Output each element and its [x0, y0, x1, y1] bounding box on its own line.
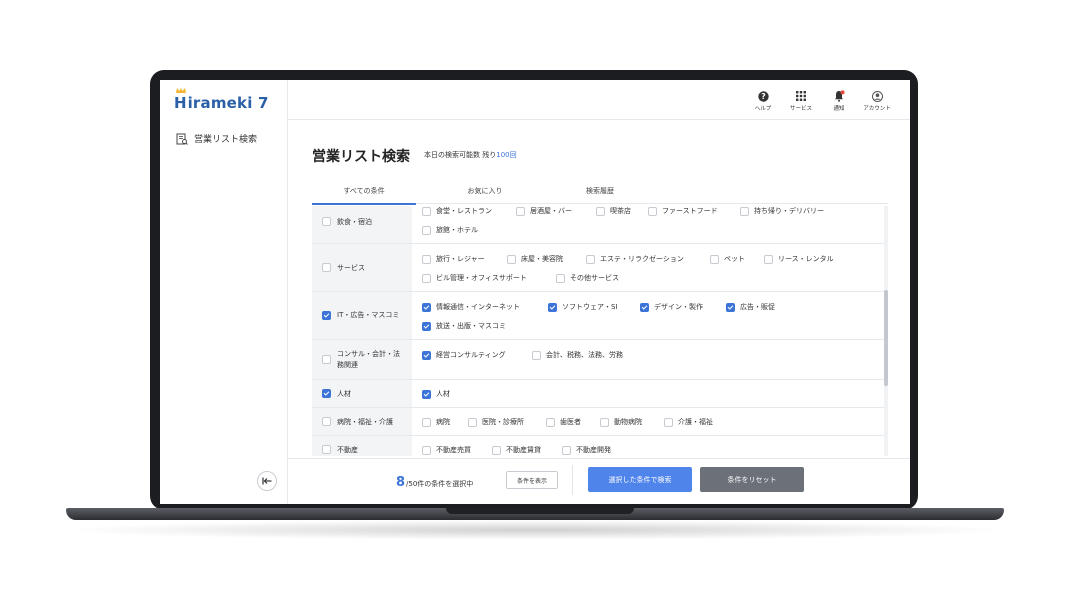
app-logo[interactable]: H irameki 7 — [174, 88, 269, 112]
option-checkbox[interactable]: 病院 — [422, 417, 450, 427]
option-checkbox[interactable]: 不動産賃貸 — [492, 445, 541, 455]
laptop-notch — [446, 508, 634, 514]
category-checkbox[interactable] — [322, 445, 331, 454]
logo-initial: H — [174, 88, 187, 112]
option-checkbox[interactable]: ソフトウェア・SI — [548, 302, 618, 312]
option-checkbox[interactable]: 会計、税務、法務、労務 — [532, 350, 623, 360]
top-bar: ? ヘルプ サービス 通知 アカウント — [288, 80, 910, 120]
option-checkbox[interactable]: 人材 — [422, 389, 450, 399]
category-checkbox[interactable] — [322, 263, 331, 272]
option-checkbox[interactable]: 不動産開発 — [562, 445, 611, 455]
grid-icon — [795, 90, 807, 102]
reset-button[interactable]: 条件をリセット — [700, 467, 804, 492]
services-button[interactable]: サービス — [784, 90, 818, 112]
collapse-arrow-icon — [262, 477, 272, 485]
footer-bar: 8 /50件の条件を選択中 条件を表示 選択した条件で検索 条件をリセット — [288, 458, 910, 504]
table-row: 人材 人材 — [312, 380, 884, 408]
options-cell: 病院 医院・診療所 歯医者 動物病院 介護・福祉 — [412, 408, 884, 435]
page-title: 営業リスト検索 — [312, 149, 410, 165]
category-cell[interactable]: サービス — [312, 244, 412, 291]
tab-all-conditions[interactable]: すべての条件 — [312, 186, 416, 205]
bell-icon — [833, 90, 845, 102]
quota-count: 100回 — [496, 151, 517, 159]
options-cell: 旅行・レジャー 床屋・美容院 エステ・リラクゼーション ペット リース・レンタル… — [412, 244, 884, 291]
category-cell[interactable]: 不動産 — [312, 436, 412, 456]
option-checkbox[interactable]: リース・レンタル — [764, 254, 834, 264]
category-cell[interactable]: コンサル・会計・法務関連 — [312, 340, 412, 379]
table-row: IT・広告・マスコミ 情報通信・インターネット ソフトウェア・SI デザイン・製… — [312, 292, 884, 340]
tabs: すべての条件 お気に入り 検索履歴 — [312, 186, 888, 205]
conditions-table: 飲食・宿泊 食堂・レストラン 居酒屋・バー 喫茶店 ファーストフード 持ち帰り・… — [312, 206, 884, 456]
crown-icon — [176, 88, 186, 93]
help-icon: ? — [757, 90, 769, 102]
option-checkbox[interactable]: 居酒屋・バー — [516, 206, 572, 216]
search-button[interactable]: 選択した条件で検索 — [588, 467, 692, 492]
table-row: 病院・福祉・介護 病院 医院・診療所 歯医者 動物病院 介護・福祉 — [312, 408, 884, 436]
category-checkbox[interactable] — [322, 389, 331, 398]
tab-favorites[interactable]: お気に入り — [440, 186, 530, 196]
option-checkbox[interactable]: 旅館・ホテル — [422, 225, 478, 235]
option-checkbox[interactable]: 持ち帰り・デリバリー — [740, 206, 824, 216]
main-content: 営業リスト検索 本日の検索可能数 残り100回 すべての条件 お気に入り 検索履… — [288, 120, 910, 504]
category-checkbox[interactable] — [322, 217, 331, 226]
option-checkbox[interactable]: 食堂・レストラン — [422, 206, 492, 216]
tab-history[interactable]: 検索履歴 — [550, 186, 650, 196]
option-checkbox[interactable]: その他サービス — [556, 273, 619, 283]
option-checkbox[interactable]: デザイン・製作 — [640, 302, 703, 312]
list-search-icon — [176, 133, 188, 145]
divider — [572, 465, 573, 495]
category-checkbox[interactable] — [322, 417, 331, 426]
laptop-shadow — [60, 520, 1010, 540]
table-row: 飲食・宿泊 食堂・レストラン 居酒屋・バー 喫茶店 ファーストフード 持ち帰り・… — [312, 206, 884, 244]
account-button[interactable]: アカウント — [860, 90, 894, 112]
account-icon — [871, 90, 883, 102]
option-checkbox[interactable]: 情報通信・インターネット — [422, 302, 520, 312]
option-checkbox[interactable]: ファーストフード — [648, 206, 718, 216]
category-cell[interactable]: IT・広告・マスコミ — [312, 292, 412, 339]
collapse-sidebar-button[interactable] — [257, 471, 277, 491]
table-row: コンサル・会計・法務関連 経営コンサルティング 会計、税務、法務、労務 — [312, 340, 884, 380]
option-checkbox[interactable]: 経営コンサルティング — [422, 350, 506, 360]
option-checkbox[interactable]: エステ・リラクゼーション — [586, 254, 684, 264]
category-cell[interactable]: 人材 — [312, 380, 412, 407]
option-checkbox[interactable]: 動物病院 — [600, 417, 642, 427]
scrollbar-thumb[interactable] — [884, 290, 888, 386]
option-checkbox[interactable]: 旅行・レジャー — [422, 254, 485, 264]
category-checkbox[interactable] — [322, 311, 331, 320]
options-cell: 不動産売買 不動産賃貸 不動産開発 — [412, 436, 884, 456]
category-checkbox[interactable] — [322, 355, 331, 364]
table-row: 不動産 不動産売買 不動産賃貸 不動産開発 — [312, 436, 884, 456]
svg-text:?: ? — [761, 92, 766, 101]
option-checkbox[interactable]: 歯医者 — [546, 417, 581, 427]
options-cell: 人材 — [412, 380, 884, 407]
sidebar-item-label: 営業リスト検索 — [194, 135, 258, 145]
option-checkbox[interactable]: 喫茶店 — [596, 206, 631, 216]
help-button[interactable]: ? ヘルプ — [752, 90, 774, 112]
sidebar-item-sales-list-search[interactable]: 営業リスト検索 — [176, 132, 257, 145]
option-checkbox[interactable]: ビル管理・オフィスサポート — [422, 273, 527, 283]
selected-count: 8 /50件の条件を選択中 — [396, 475, 474, 490]
logo-text: irameki 7 — [187, 94, 269, 112]
search-quota: 本日の検索可能数 残り100回 — [424, 151, 517, 159]
app-screen: H irameki 7 営業リスト検索 ? ヘルプ サービス 通知 アカウント … — [160, 80, 910, 504]
show-conditions-button[interactable]: 条件を表示 — [506, 471, 558, 489]
category-cell[interactable]: 病院・福祉・介護 — [312, 408, 412, 435]
category-cell[interactable]: 飲食・宿泊 — [312, 206, 412, 243]
options-cell: 経営コンサルティング 会計、税務、法務、労務 — [412, 340, 884, 379]
option-checkbox[interactable]: 広告・販促 — [726, 302, 775, 312]
option-checkbox[interactable]: 介護・福祉 — [664, 417, 713, 427]
table-row: サービス 旅行・レジャー 床屋・美容院 エステ・リラクゼーション ペット リース… — [312, 244, 884, 292]
option-checkbox[interactable]: 放送・出版・マスコミ — [422, 321, 506, 331]
notifications-button[interactable]: 通知 — [828, 90, 850, 112]
option-checkbox[interactable]: 不動産売買 — [422, 445, 471, 455]
options-cell: 情報通信・インターネット ソフトウェア・SI デザイン・製作 広告・販促 放送・… — [412, 292, 884, 339]
option-checkbox[interactable]: 床屋・美容院 — [507, 254, 563, 264]
option-checkbox[interactable]: 医院・診療所 — [468, 417, 524, 427]
option-checkbox[interactable]: ペット — [710, 254, 745, 264]
options-cell: 食堂・レストラン 居酒屋・バー 喫茶店 ファーストフード 持ち帰り・デリバリー … — [412, 206, 884, 243]
sidebar: H irameki 7 営業リスト検索 — [160, 80, 288, 504]
top-nav: ? ヘルプ サービス 通知 アカウント — [752, 90, 894, 112]
